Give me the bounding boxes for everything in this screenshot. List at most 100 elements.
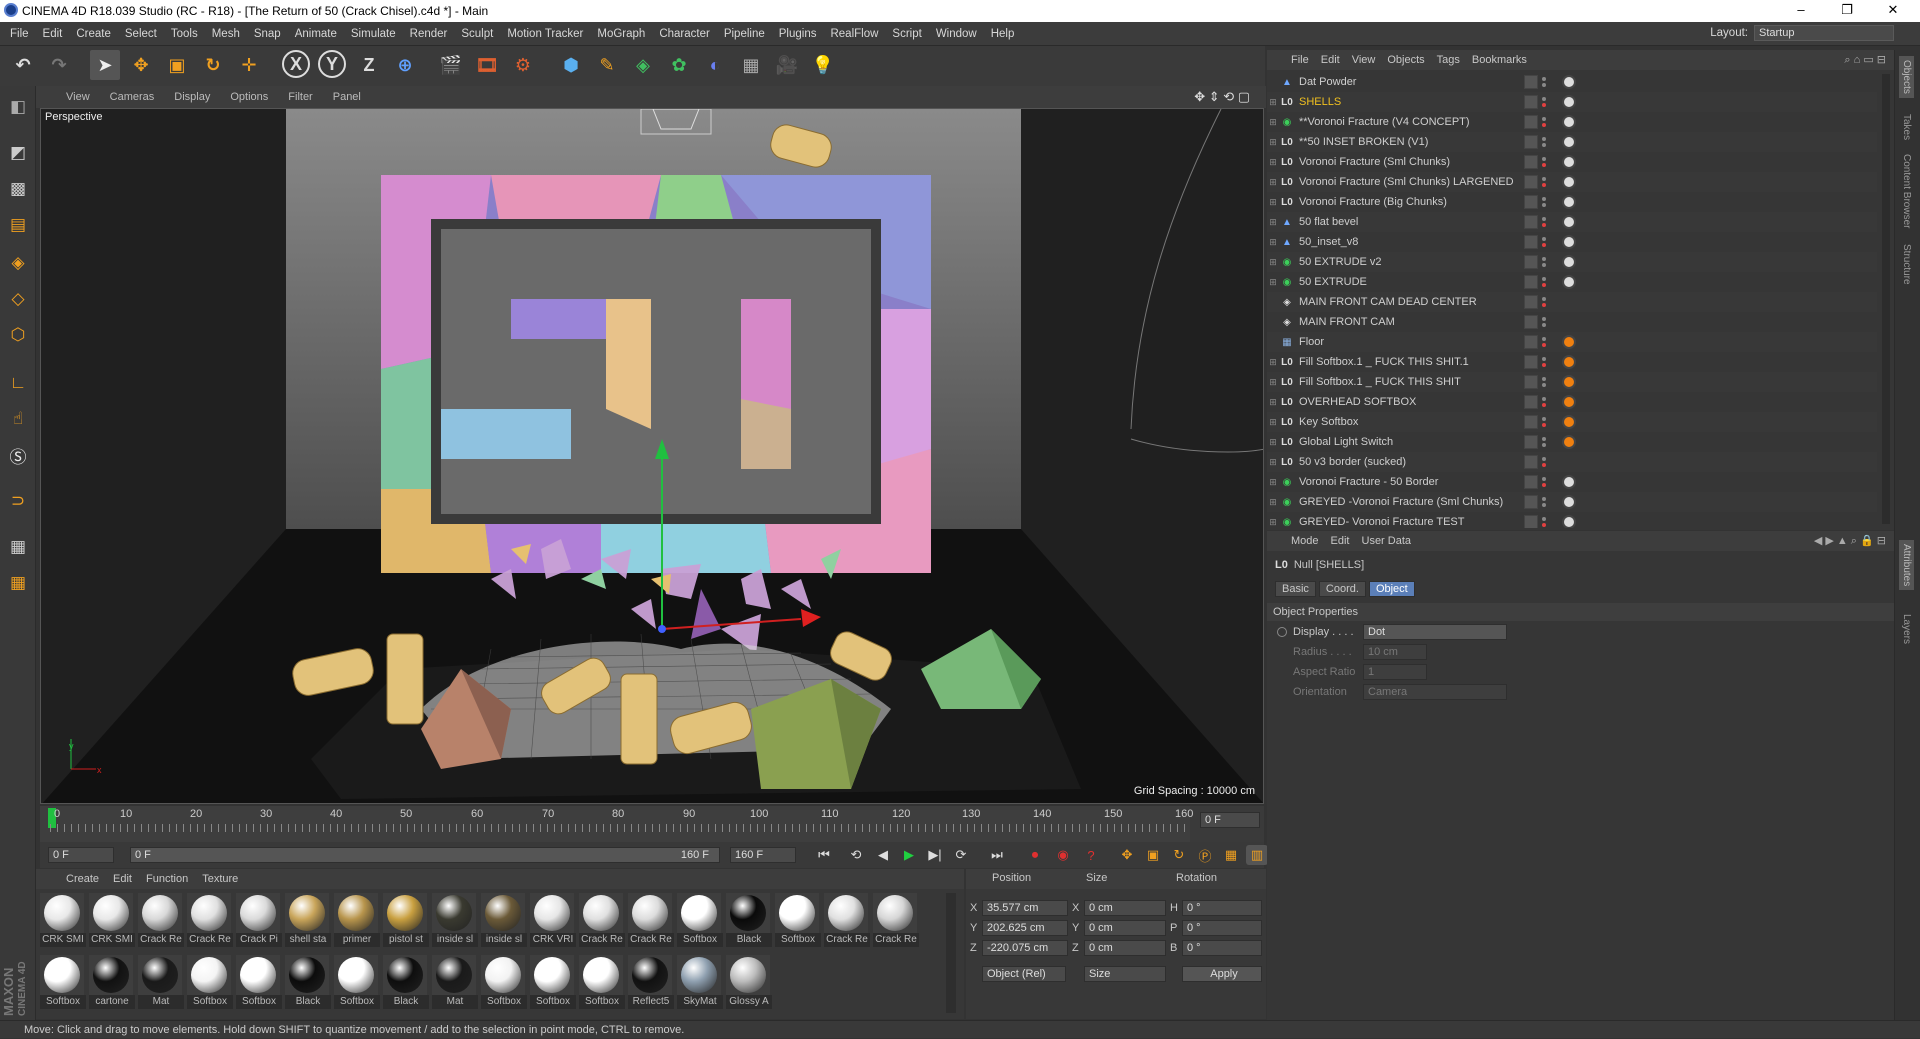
recent-tool-icon[interactable]: ✛ [234, 50, 264, 80]
subdivision-surface-icon[interactable]: ◈ [628, 50, 658, 80]
prev-key-icon[interactable]: ⟲ [845, 845, 867, 865]
expand-icon[interactable]: ⊞ [1267, 237, 1279, 248]
visibility-dots-icon[interactable] [1542, 395, 1556, 409]
material-swatch[interactable]: Black [726, 893, 772, 947]
visibility-dots-icon[interactable] [1542, 155, 1556, 169]
object-row[interactable]: ◈ MAIN FRONT CAM [1267, 312, 1877, 332]
material-swatch[interactable]: shell sta [285, 893, 331, 947]
tab-coord[interactable]: Coord. [1318, 581, 1366, 597]
object-row[interactable]: ⊞ L0 50 v3 border (sucked) [1267, 452, 1877, 472]
material-swatch[interactable]: primer [334, 893, 380, 947]
layer-swatch[interactable] [1524, 395, 1538, 409]
menu-pipeline[interactable]: Pipeline [717, 28, 772, 40]
menu-help[interactable]: Help [984, 28, 1022, 40]
material-swatch[interactable]: Glossy A [726, 955, 772, 1009]
object-row[interactable]: ⊞ ◉ GREYED -Voronoi Fracture (Sml Chunks) [1267, 492, 1877, 512]
obj-menu-file[interactable]: File [1291, 54, 1321, 66]
edges-mode-icon[interactable]: ◇ [3, 284, 33, 314]
rotation-h-field[interactable]: 0 ° [1182, 900, 1262, 916]
object-row[interactable]: ⊞ ◉ **Voronoi Fracture (V4 CONCEPT) [1267, 112, 1877, 132]
tag-icon[interactable] [1562, 195, 1576, 209]
visibility-dots-icon[interactable] [1542, 455, 1556, 469]
floor-icon[interactable]: ▦ [736, 50, 766, 80]
make-editable-icon[interactable]: ◧ [3, 92, 33, 122]
object-row[interactable]: ⊞ L0 Voronoi Fracture (Big Chunks) [1267, 192, 1877, 212]
menu-mesh[interactable]: Mesh [205, 28, 247, 40]
tag-icon[interactable] [1562, 415, 1576, 429]
layer-swatch[interactable] [1524, 115, 1538, 129]
visibility-dots-icon[interactable] [1542, 135, 1556, 149]
attr-menu-edit[interactable]: Edit [1331, 535, 1362, 547]
key-rotation-icon[interactable]: ↻ [1168, 845, 1190, 865]
material-swatch[interactable]: CRK SMI [89, 893, 135, 947]
tag-icon[interactable] [1562, 475, 1576, 489]
layer-swatch[interactable] [1524, 515, 1538, 528]
menu-file[interactable]: File [0, 28, 36, 40]
rotate-tool-icon[interactable]: ↻ [198, 50, 228, 80]
cube-primitive-icon[interactable]: ⬢ [556, 50, 586, 80]
apply-button[interactable]: Apply [1182, 966, 1262, 982]
x-axis-lock-button[interactable]: X [282, 50, 310, 78]
material-swatch[interactable]: Softbox [481, 955, 527, 1009]
tab-basic[interactable]: Basic [1275, 581, 1316, 597]
object-row[interactable]: ⊞ L0 OVERHEAD SOFTBOX [1267, 392, 1877, 412]
obj-menu-edit[interactable]: Edit [1321, 54, 1352, 66]
menu-plugins[interactable]: Plugins [772, 28, 824, 40]
object-row[interactable]: ⊞ ◉ 50 EXTRUDE v2 [1267, 252, 1877, 272]
light-icon[interactable]: 💡 [808, 50, 838, 80]
workplane-mode-icon[interactable]: ▤ [3, 210, 33, 240]
vp-menu-filter[interactable]: Filter [278, 91, 322, 103]
camera-icon[interactable]: 🎥 [772, 50, 802, 80]
menu-motion-tracker[interactable]: Motion Tracker [500, 28, 590, 40]
material-swatch[interactable]: Softbox [677, 893, 723, 947]
expand-icon[interactable]: ⊞ [1267, 117, 1279, 128]
model-mode-icon[interactable]: ◩ [3, 138, 33, 168]
obj-menu-bookmarks[interactable]: Bookmarks [1472, 54, 1527, 66]
magnet-icon[interactable]: ⊃ [3, 486, 33, 516]
step-forward-icon[interactable]: ▶| [924, 845, 946, 865]
tab-objects[interactable]: Objects [1899, 56, 1914, 98]
current-frame-field[interactable]: 0 F [1200, 812, 1260, 828]
material-swatch[interactable]: Softbox [187, 955, 233, 1009]
menu-snap[interactable]: Snap [247, 28, 288, 40]
visibility-dots-icon[interactable] [1542, 415, 1556, 429]
go-to-end-icon[interactable]: ⏭ [986, 845, 1008, 865]
next-key-icon[interactable]: ⟳ [950, 845, 972, 865]
vp-menu-view[interactable]: View [36, 91, 100, 103]
expand-icon[interactable]: ⊞ [1267, 177, 1279, 188]
material-swatch[interactable]: Softbox [775, 893, 821, 947]
material-swatch[interactable]: Softbox [530, 955, 576, 1009]
rotation-b-field[interactable]: 0 ° [1182, 940, 1262, 956]
mat-menu-function[interactable]: Function [146, 873, 202, 885]
material-swatch[interactable]: Crack Re [138, 893, 184, 947]
visibility-dots-icon[interactable] [1542, 355, 1556, 369]
visibility-dots-icon[interactable] [1542, 335, 1556, 349]
vp-menu-cameras[interactable]: Cameras [100, 91, 165, 103]
select-arrow-icon[interactable]: ➤ [90, 50, 120, 80]
snap-icon[interactable]: Ⓢ [3, 440, 33, 470]
layer-swatch[interactable] [1524, 455, 1538, 469]
material-swatch[interactable]: Softbox [334, 955, 380, 1009]
menu-select[interactable]: Select [118, 28, 164, 40]
layer-swatch[interactable] [1524, 75, 1538, 89]
key-scale-icon[interactable]: ▣ [1142, 845, 1164, 865]
layer-swatch[interactable] [1524, 415, 1538, 429]
axis-mode-icon[interactable]: ∟ [3, 368, 33, 398]
layer-swatch[interactable] [1524, 135, 1538, 149]
tag-icon[interactable] [1562, 375, 1576, 389]
material-swatch[interactable]: Crack Re [873, 893, 919, 947]
render-settings-icon[interactable]: ⚙ [508, 50, 538, 80]
search-icon[interactable]: ⌕ ⌂ ▭ ⊟ [1844, 53, 1886, 67]
expand-icon[interactable]: ⊞ [1267, 137, 1279, 148]
menu-window[interactable]: Window [929, 28, 984, 40]
tweak-mode-icon[interactable]: ☝ [3, 404, 33, 434]
material-swatch[interactable]: Crack Re [628, 893, 674, 947]
layout-dropdown[interactable]: Startup [1754, 25, 1894, 41]
attr-menu-user-data[interactable]: User Data [1362, 535, 1412, 547]
layer-swatch[interactable] [1524, 95, 1538, 109]
layer-swatch[interactable] [1524, 295, 1538, 309]
menu-edit[interactable]: Edit [36, 28, 70, 40]
layer-swatch[interactable] [1524, 175, 1538, 189]
expand-icon[interactable]: ⊞ [1267, 417, 1279, 428]
tag-icon[interactable] [1562, 135, 1576, 149]
